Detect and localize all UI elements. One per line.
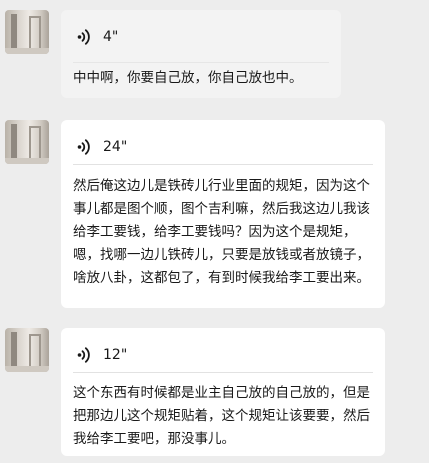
voice-play-button[interactable]: 24" (77, 136, 127, 158)
user-avatar[interactable] (5, 328, 49, 372)
voice-duration: 12" (103, 347, 128, 363)
divider (73, 62, 329, 63)
voice-wave-icon (77, 138, 91, 156)
voice-wave-icon (77, 28, 91, 46)
voice-message-bubble[interactable]: 4" 中中啊，你要自己放，你自己放也中。 (61, 10, 341, 98)
voice-message-bubble[interactable]: 12" 这个东西有时候都是业主自己放的自己放的，但是把那边儿这个规矩贴着，这个规… (61, 328, 385, 456)
voice-transcript: 中中啊，你要自己放，你自己放也中。 (73, 70, 303, 86)
divider (73, 372, 373, 373)
voice-duration: 24" (103, 139, 128, 155)
divider (73, 164, 373, 165)
voice-duration: 4" (103, 29, 119, 45)
voice-play-button[interactable]: 12" (77, 344, 127, 366)
voice-transcript: 然后俺这边儿是铁砖儿行业里面的规矩，因为这个事儿都是图个顺，图个吉利嘛，然后我这… (73, 178, 370, 286)
voice-wave-icon (77, 346, 91, 364)
voice-message-bubble[interactable]: 24" 然后俺这边儿是铁砖儿行业里面的规矩，因为这个事儿都是图个顺，图个吉利嘛，… (61, 120, 385, 308)
user-avatar[interactable] (5, 120, 49, 164)
user-avatar[interactable] (5, 10, 49, 54)
voice-transcript: 这个东西有时候都是业主自己放的自己放的，但是把那边儿这个规矩贴着，这个规矩让该要… (73, 385, 370, 447)
voice-play-button[interactable]: 4" (77, 26, 118, 48)
